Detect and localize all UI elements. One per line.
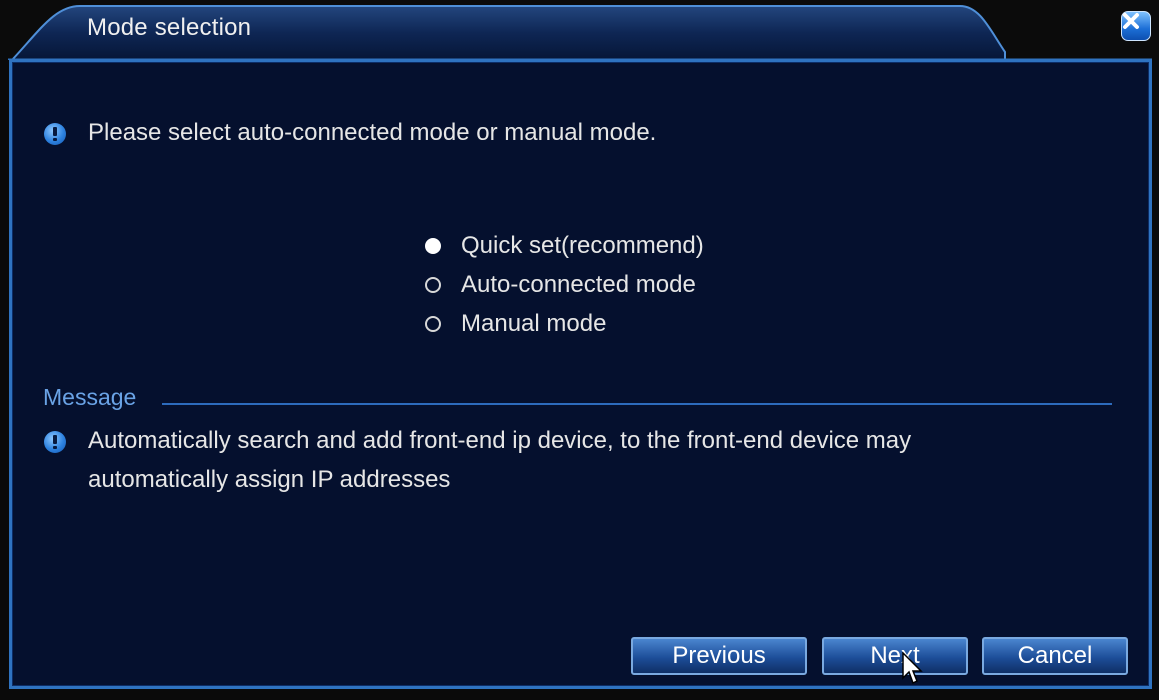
close-icon xyxy=(1123,13,1139,29)
close-button[interactable] xyxy=(1121,11,1151,41)
prompt-text: Please select auto-connected mode or man… xyxy=(88,119,657,146)
radio-auto-connected[interactable]: Auto-connected mode xyxy=(425,270,696,300)
title-bar: Mode selection xyxy=(0,0,1159,60)
radio-label: Manual mode xyxy=(461,310,607,337)
message-text-line1: Automatically search and add front-end i… xyxy=(88,427,912,454)
info-icon xyxy=(44,431,66,453)
message-divider xyxy=(162,403,1112,405)
radio-indicator[interactable] xyxy=(425,316,441,332)
next-button[interactable]: Next xyxy=(822,637,968,675)
radio-indicator[interactable] xyxy=(425,277,441,293)
radio-label: Auto-connected mode xyxy=(461,271,696,298)
message-text-line2: automatically assign IP addresses xyxy=(88,466,451,493)
cancel-button[interactable]: Cancel xyxy=(982,637,1128,675)
radio-selected-indicator[interactable] xyxy=(425,238,441,254)
mode-selection-dialog: Mode selection Please select auto-connec… xyxy=(0,0,1159,700)
radio-label: Quick set(recommend) xyxy=(461,232,704,259)
mouse-cursor-icon xyxy=(902,652,923,685)
content-panel xyxy=(9,59,1152,689)
previous-button[interactable]: Previous xyxy=(631,637,807,675)
radio-quick-set[interactable]: Quick set(recommend) xyxy=(425,231,704,261)
radio-manual[interactable]: Manual mode xyxy=(425,309,606,339)
window-title: Mode selection xyxy=(87,14,252,41)
info-icon xyxy=(44,123,66,145)
message-section-label: Message xyxy=(43,384,137,410)
